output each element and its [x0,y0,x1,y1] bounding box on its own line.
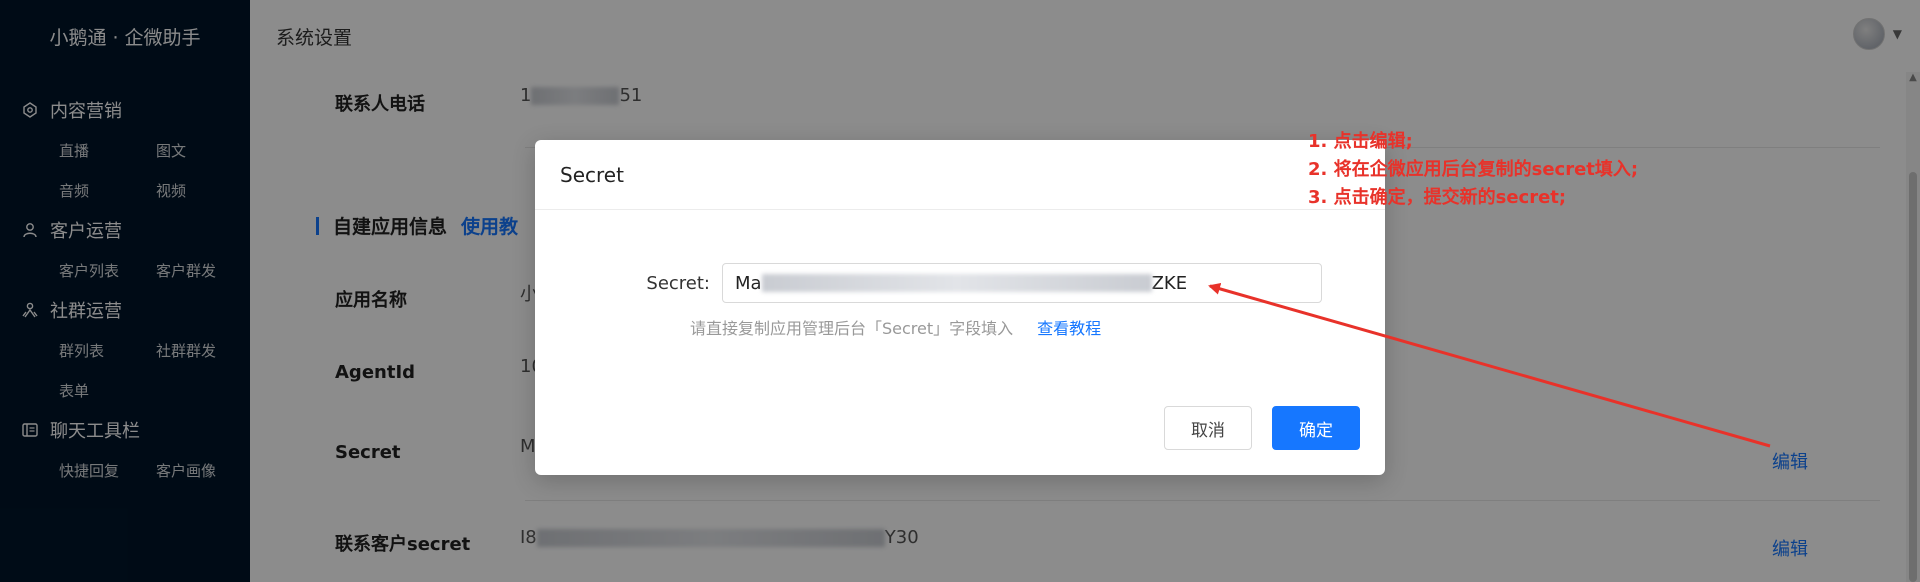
annotation-line-2: 2. 将在企微应用后台复制的secret填入; [1308,159,1639,180]
secret-input-blur [761,274,1152,292]
secret-input[interactable]: Ma ZKE [722,263,1322,303]
secret-field-label: Secret: [646,272,710,294]
view-tutorial-link[interactable]: 查看教程 [1037,315,1101,339]
secret-input-prefix: Ma [735,272,762,294]
secret-input-suffix: ZKE [1151,272,1188,294]
hint-text: 请直接复制应用管理后台「Secret」字段填入 [690,319,1014,338]
instruction-annotation: 1. 点击编辑; 2. 将在企微应用后台复制的secret填入; 3. 点击确定… [1308,128,1638,212]
secret-form-row: Secret: Ma ZKE [610,263,1322,303]
modal-footer: 取消 确定 [1164,406,1360,450]
secret-modal: Secret Secret: Ma ZKE 请直接复制应用管理后台「Secret」… [535,140,1385,475]
modal-title: Secret [535,140,1385,210]
secret-hint: 请直接复制应用管理后台「Secret」字段填入 查看教程 [690,315,1101,339]
annotation-line-3: 3. 点击确定，提交新的secret; [1308,187,1567,208]
annotation-line-1: 1. 点击编辑; [1308,131,1413,152]
cancel-button[interactable]: 取消 [1164,406,1252,450]
confirm-button[interactable]: 确定 [1272,406,1360,450]
